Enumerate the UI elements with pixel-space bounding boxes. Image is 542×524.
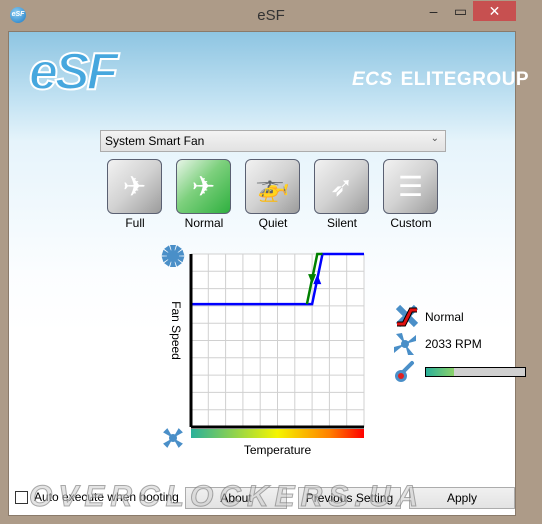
helicopter-icon: 🚁 (255, 171, 290, 202)
brand-name: ELITEGROUP (400, 69, 530, 90)
apply-button[interactable]: Apply (409, 487, 515, 509)
brand-mark: ECS (352, 69, 393, 90)
sliders-icon: ☰ (397, 171, 424, 202)
minimize-button[interactable]: ‒ (420, 1, 447, 21)
fan-curve-mode-icon (395, 304, 419, 328)
temperature-gradient (191, 429, 364, 438)
thermometer-icon (395, 361, 414, 382)
mode-label-normal: Normal (184, 216, 224, 230)
mode-button-full[interactable]: ✈ (107, 159, 162, 214)
title-bar: eSF eSF ‒ ▭ ✕ (0, 0, 542, 31)
about-button[interactable]: About (185, 487, 287, 509)
airliner-icon: ✈ (191, 171, 216, 202)
chevron-down-icon: ⌄ (430, 133, 439, 144)
temperature-bar-fill (426, 368, 454, 376)
fan-max-speed-icon (161, 245, 185, 267)
maximize-button[interactable]: ▭ (447, 1, 474, 21)
fan-icon (394, 333, 416, 355)
close-button[interactable]: ✕ (473, 1, 516, 21)
ecs-brand-logo: ECS ELITEGROUP (352, 69, 529, 91)
previous-setting-button[interactable]: Previous Setting (298, 487, 401, 509)
x-axis-label: Temperature (244, 443, 312, 457)
esf-logo: eSF (28, 42, 119, 102)
checkbox-box[interactable] (15, 490, 28, 504)
y-axis-label: Fan Speed (169, 301, 183, 360)
auto-execute-checkbox[interactable]: Auto execute when booting (15, 490, 179, 504)
fan-curve-chart: Temperature Fan Speed (161, 245, 365, 457)
temperature-bar (425, 367, 526, 377)
fan-rpm-value: 2033 RPM (425, 337, 482, 351)
paper-plane-icon: ➶ (329, 171, 354, 202)
select-value: System Smart Fan (105, 134, 205, 148)
mode-button-custom[interactable]: ☰ (383, 159, 438, 214)
auto-execute-label: Auto execute when booting (34, 490, 179, 504)
client-area: eSF ECS ELITEGROUP System Smart Fan ⌄ ✈ Ful… (8, 31, 529, 516)
current-mode-label: Normal (425, 310, 464, 324)
mode-label-quiet: Quiet (258, 216, 288, 230)
fighter-jet-icon: ✈ (122, 171, 147, 202)
fan-mode-select[interactable]: System Smart Fan ⌄ (100, 130, 446, 152)
mode-label-silent: Silent (326, 216, 358, 230)
mode-button-quiet[interactable]: 🚁 (245, 159, 300, 214)
mode-label-custom: Custom (390, 216, 432, 230)
mode-button-normal[interactable]: ✈ (176, 159, 231, 214)
fan-min-speed-icon (163, 428, 183, 448)
mode-button-silent[interactable]: ➶ (314, 159, 369, 214)
mode-label-full: Full (125, 216, 145, 230)
